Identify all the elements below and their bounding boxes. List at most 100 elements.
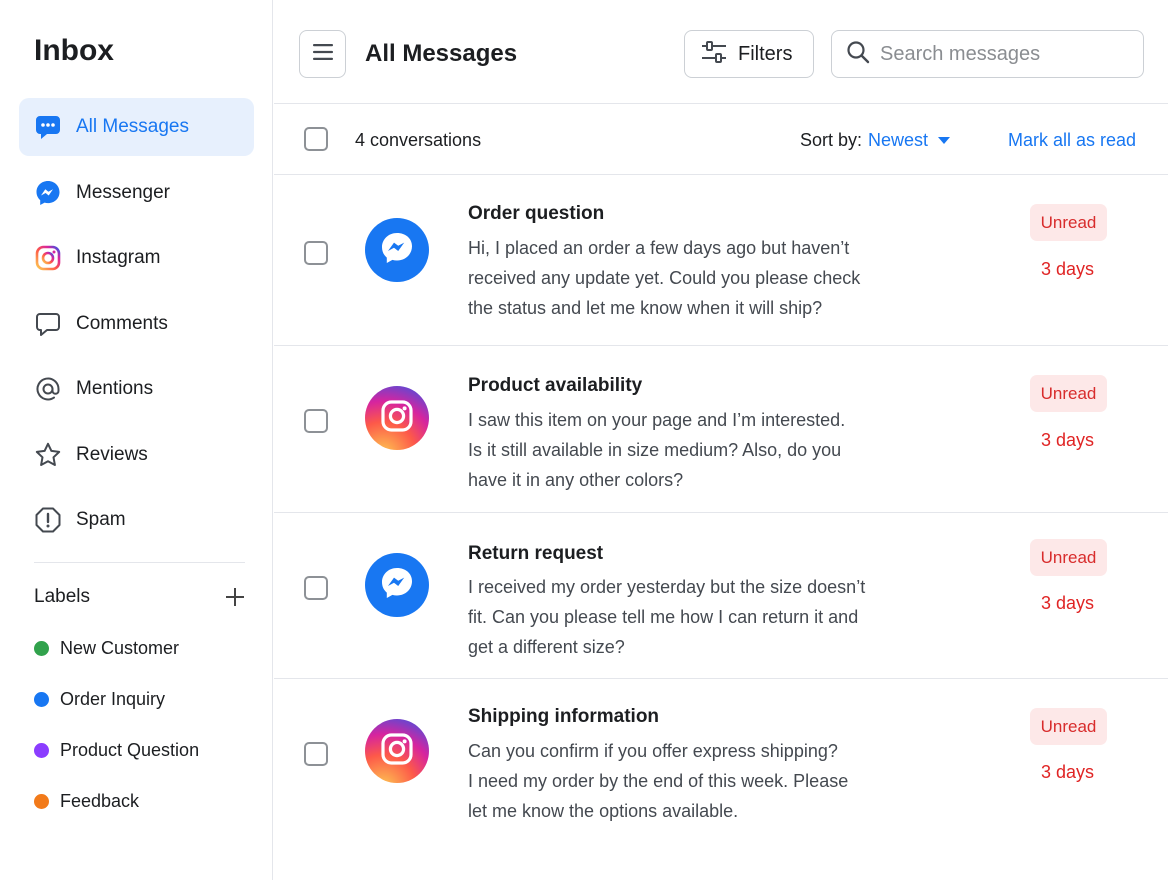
- main-header: All Messages Filters: [274, 0, 1168, 104]
- messenger-avatar: [365, 553, 429, 617]
- messenger-icon: [377, 563, 417, 608]
- label-item-feedback[interactable]: Feedback: [34, 787, 199, 815]
- label-text: Product Question: [60, 739, 200, 760]
- preview-line: the status and let me know when it will …: [468, 298, 823, 318]
- instagram-icon: [378, 730, 416, 773]
- conversation-subject: Return request: [468, 543, 604, 564]
- conversation-preview: Hi, I placed an order a few days ago but…: [468, 233, 908, 323]
- conversation-subject: Product availability: [468, 375, 643, 396]
- sort-dropdown[interactable]: Sort by: Newest: [800, 130, 951, 151]
- all-messages-icon: [34, 113, 62, 141]
- messenger-icon: [34, 179, 62, 207]
- mark-all-read-link[interactable]: Mark all as read: [1008, 130, 1136, 151]
- row-checkbox[interactable]: [304, 241, 328, 265]
- conversation-count: 4 conversations: [355, 130, 482, 150]
- preview-line: have it in any other colors?: [468, 470, 684, 490]
- row-checkbox[interactable]: [304, 742, 328, 766]
- conversation-age: 3 days: [1041, 430, 1095, 450]
- page-title: All Messages: [365, 40, 518, 67]
- label-text: New Customer: [60, 637, 180, 658]
- conversation-subject: Order question: [468, 203, 605, 224]
- row-checkbox[interactable]: [304, 409, 328, 433]
- preview-line: Can you confirm if you offer express shi…: [468, 741, 838, 761]
- labels-title: Labels: [34, 586, 90, 607]
- messenger-icon: [377, 228, 417, 273]
- sidebar-item-all-messages[interactable]: All Messages: [19, 98, 254, 156]
- preview-line: I need my order by the end of this week.…: [468, 771, 849, 791]
- star-icon: [34, 441, 62, 469]
- comment-icon: [34, 310, 62, 338]
- filters-label: Filters: [738, 42, 793, 65]
- status-badge: Unread: [1030, 539, 1107, 576]
- conversation-age: 3 days: [1041, 593, 1095, 613]
- at-icon: [34, 375, 62, 403]
- conversation-row[interactable]: Return request I received my order yeste…: [274, 513, 1168, 679]
- label-text: Order Inquiry: [60, 688, 166, 709]
- search-input[interactable]: [880, 42, 1130, 66]
- instagram-icon: [34, 244, 62, 272]
- label-item-order-inquiry[interactable]: Order Inquiry: [34, 685, 199, 713]
- add-label-icon[interactable]: [224, 586, 246, 608]
- label-text: Feedback: [60, 790, 140, 811]
- conversation-row[interactable]: Shipping information Can you confirm if …: [274, 679, 1168, 847]
- conversation-preview: I received my order yesterday but the si…: [468, 572, 908, 662]
- preview-line: get a different size?: [468, 637, 625, 657]
- sidebar: Inbox All Messages Messenger Instagram C…: [0, 0, 273, 880]
- sidebar-item-label: Comments: [76, 312, 168, 334]
- sidebar-divider: [34, 562, 245, 563]
- search-icon: [846, 40, 870, 69]
- instagram-avatar: [365, 719, 429, 783]
- status-badge: Unread: [1030, 708, 1107, 745]
- sidebar-item-spam[interactable]: Spam: [19, 491, 254, 549]
- caret-down-icon: [938, 137, 951, 144]
- search-box: [831, 30, 1144, 78]
- sidebar-item-label: All Messages: [76, 116, 189, 137]
- sidebar-title: Inbox: [34, 34, 114, 67]
- sidebar-item-label: Instagram: [76, 247, 161, 268]
- sidebar-item-label: Spam: [76, 509, 126, 530]
- label-item-product-question[interactable]: Product Question: [34, 736, 199, 764]
- preview-line: Hi, I placed an order a few days ago but…: [468, 238, 850, 258]
- preview-line: I received my order yesterday but the si…: [468, 577, 866, 597]
- preview-line: I saw this item on your page and I’m int…: [468, 410, 846, 430]
- hamburger-menu-icon: [312, 43, 334, 66]
- select-all-checkbox[interactable]: [304, 127, 328, 151]
- sidebar-nav: All Messages Messenger Instagram Comment…: [19, 98, 254, 557]
- alert-shield-icon: [34, 506, 62, 534]
- sort-value: Newest: [868, 130, 929, 150]
- messenger-avatar: [365, 218, 429, 282]
- preview-line: Is it still available in size medium? Al…: [468, 440, 842, 460]
- label-dot: [34, 742, 49, 758]
- conversation-preview: I saw this item on your page and I’m int…: [468, 405, 908, 495]
- label-list: New Customer Order Inquiry Product Quest…: [34, 634, 199, 838]
- conversation-subject: Shipping information: [468, 706, 660, 727]
- sidebar-item-reviews[interactable]: Reviews: [19, 426, 254, 484]
- label-dot: [34, 640, 49, 656]
- label-dot: [34, 793, 49, 809]
- instagram-avatar: [365, 386, 429, 450]
- conversation-row[interactable]: Product availability I saw this item on …: [274, 346, 1168, 513]
- filters-button[interactable]: Filters: [684, 30, 814, 78]
- conversation-age: 3 days: [1041, 762, 1095, 782]
- sort-label: Sort by:: [800, 130, 863, 150]
- labels-header: Labels: [34, 586, 246, 608]
- sidebar-item-instagram[interactable]: Instagram: [19, 229, 254, 287]
- sidebar-item-mentions[interactable]: Mentions: [19, 360, 254, 418]
- preview-line: let me know the options available.: [468, 801, 739, 821]
- sliders-icon: [701, 40, 727, 68]
- sidebar-item-label: Reviews: [76, 443, 148, 465]
- menu-button[interactable]: [299, 30, 346, 78]
- status-badge: Unread: [1030, 375, 1107, 412]
- label-item-new-customer[interactable]: New Customer: [34, 634, 199, 662]
- preview-line: received any update yet. Could you pleas…: [468, 268, 861, 288]
- sidebar-item-messenger[interactable]: Messenger: [19, 164, 254, 222]
- row-checkbox[interactable]: [304, 576, 328, 600]
- sidebar-item-comments[interactable]: Comments: [19, 295, 254, 353]
- sidebar-item-label: Messenger: [76, 181, 170, 203]
- conversation-age: 3 days: [1041, 259, 1095, 279]
- instagram-icon: [378, 397, 416, 440]
- conversation-preview: Can you confirm if you offer express shi…: [468, 736, 908, 826]
- label-dot: [34, 691, 49, 707]
- sidebar-item-label: Mentions: [76, 378, 154, 399]
- conversation-row[interactable]: Order question Hi, I placed an order a f…: [274, 175, 1168, 346]
